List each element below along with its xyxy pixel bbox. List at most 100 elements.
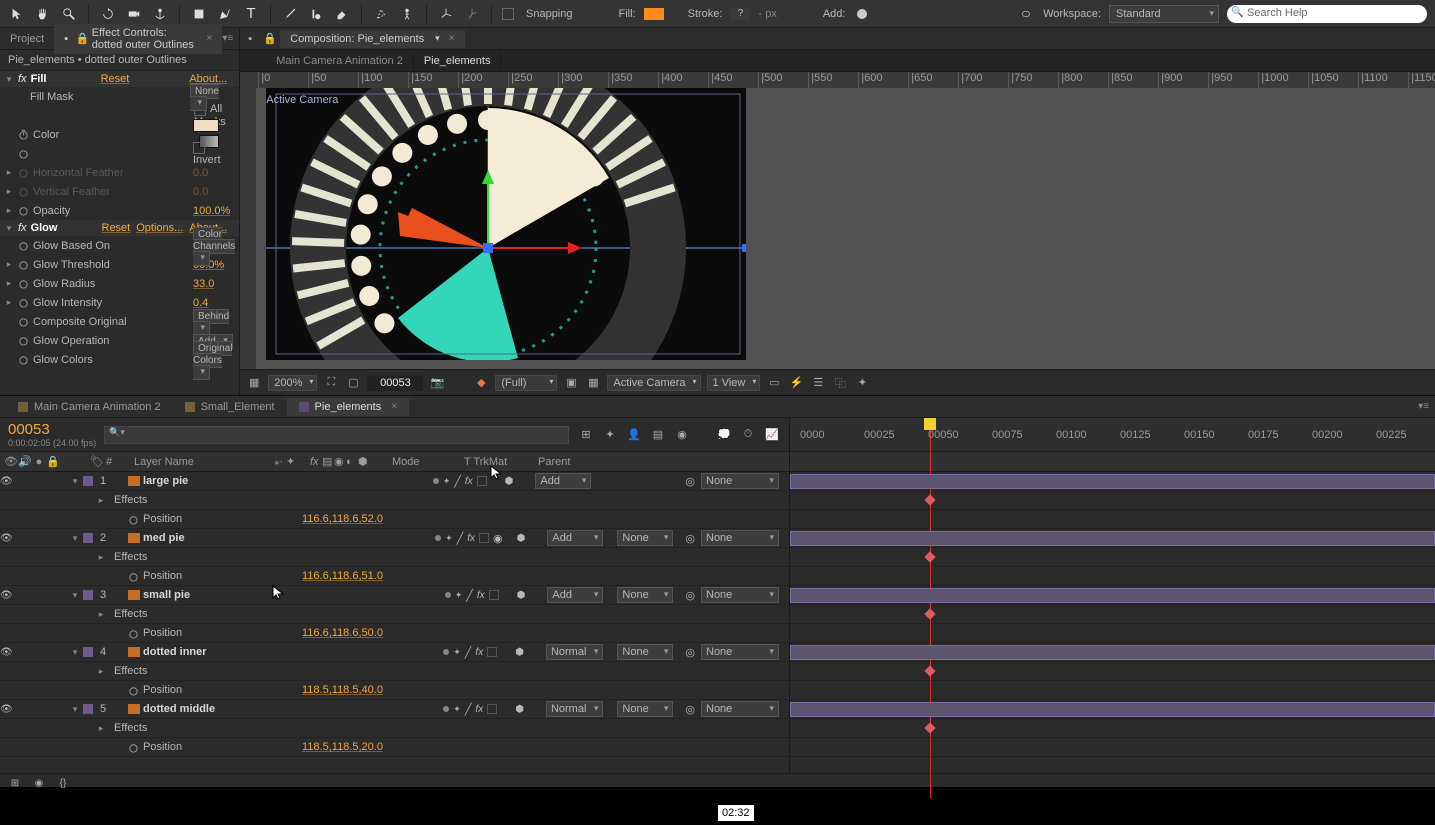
fast-previews-icon[interactable]: ⚡: [788, 375, 804, 391]
timeline-icon[interactable]: ☰: [810, 375, 826, 391]
workspace-dropdown[interactable]: Standard: [1109, 5, 1219, 23]
axis-world-icon[interactable]: [463, 5, 481, 23]
layer-row[interactable]: 👁▾1large pie✦╱fx⬢Add◎None: [0, 472, 789, 491]
layer-name-label[interactable]: med pie: [143, 532, 185, 544]
zoom-dropdown[interactable]: 200%: [268, 375, 317, 391]
layer-row[interactable]: 👁▾3small pie✦╱fx⬢AddNone◎None: [0, 586, 789, 605]
stopwatch-icon[interactable]: [17, 204, 30, 217]
stopwatch-icon[interactable]: [127, 684, 140, 697]
keyframe-icon[interactable]: [924, 722, 935, 733]
3d-switch-icon[interactable]: ⬢: [515, 704, 524, 715]
visibility-toggle-icon[interactable]: 👁: [0, 590, 12, 601]
composition-preview[interactable]: [266, 88, 746, 360]
frame-blend-icon[interactable]: ▤: [649, 426, 667, 444]
rotation-tool-icon[interactable]: [99, 5, 117, 23]
fx-switch-icon[interactable]: fx: [477, 590, 485, 601]
pickwhip-icon[interactable]: ◎: [685, 475, 695, 488]
close-icon[interactable]: ×: [449, 33, 455, 44]
safe-zones-icon[interactable]: ▢: [345, 375, 361, 391]
brainstorm-icon[interactable]: 💭: [715, 426, 733, 444]
position-value[interactable]: 118.5,118.5,20.0: [298, 741, 383, 753]
switch-line-icon[interactable]: ╱: [466, 589, 473, 602]
puppet-tool-icon[interactable]: [398, 5, 416, 23]
layer-row[interactable]: 👁▾4dotted inner✦╱fx⬢NormalNone◎None: [0, 643, 789, 662]
layer-name-label[interactable]: dotted middle: [143, 703, 215, 715]
twirl-arrow-icon[interactable]: ▸: [96, 495, 106, 506]
tab-composition[interactable]: Composition: Pie_elements ▾ ×: [280, 30, 464, 48]
switch-box[interactable]: [479, 533, 489, 543]
switch-quality-icon[interactable]: ✦: [453, 647, 461, 658]
layer-row[interactable]: 👁▾5dotted middle✦╱fx⬢NormalNone◎None: [0, 700, 789, 719]
twirl-arrow-icon[interactable]: ▾: [70, 704, 80, 715]
roi-icon[interactable]: ▣: [563, 375, 579, 391]
timeline-tab-1[interactable]: Small_Element: [173, 398, 287, 416]
full-screen-icon[interactable]: ⛶: [323, 375, 339, 391]
switch-video-icon[interactable]: [445, 592, 451, 598]
switch-box[interactable]: [487, 647, 497, 657]
glow-radius-value[interactable]: 33.0: [193, 278, 214, 290]
track-matte-dropdown[interactable]: None: [617, 530, 673, 546]
fill-reset-link[interactable]: Reset: [101, 73, 130, 85]
pickwhip-icon[interactable]: ◎: [685, 589, 695, 602]
stopwatch-icon[interactable]: [17, 239, 30, 252]
fx-switch-icon[interactable]: fx: [475, 647, 483, 658]
auto-keyframe-icon[interactable]: ⏱: [739, 426, 757, 444]
viewer-grip-icon[interactable]: ▦: [246, 375, 262, 391]
pickwhip-icon[interactable]: ◎: [685, 532, 695, 545]
hide-shy-icon[interactable]: 👤: [625, 426, 643, 444]
twirl-arrow-icon[interactable]: ▾: [70, 647, 80, 658]
3d-switch-icon[interactable]: ⬢: [517, 533, 526, 544]
pen-tool-icon[interactable]: [216, 5, 234, 23]
twirl-arrow-icon[interactable]: ▸: [96, 552, 106, 563]
position-value[interactable]: 116.6,118.6,51.0: [298, 570, 383, 582]
switch-box[interactable]: [477, 476, 487, 486]
twirl-arrow-icon[interactable]: ▸: [96, 609, 106, 620]
twirl-arrow-icon[interactable]: ▾: [70, 533, 80, 544]
toggle-modes-icon[interactable]: ◉: [30, 774, 48, 792]
glow-intensity-value[interactable]: 0.4: [193, 297, 208, 309]
axis-local-icon[interactable]: [437, 5, 455, 23]
timeline-tab-2[interactable]: Pie_elements×: [287, 398, 410, 416]
3d-switch-icon[interactable]: ⬢: [517, 590, 526, 601]
timeline-tab-0[interactable]: Main Camera Animation 2: [6, 398, 173, 416]
help-search-input[interactable]: Search Help: [1227, 5, 1427, 23]
opacity-value[interactable]: 100.0%: [193, 205, 230, 217]
parent-dropdown[interactable]: None: [701, 644, 779, 660]
effects-row[interactable]: ▸Effects: [0, 605, 789, 624]
clone-tool-icon[interactable]: [307, 5, 325, 23]
anchor-tool-icon[interactable]: [151, 5, 169, 23]
cti-head-icon[interactable]: [924, 418, 936, 430]
switch-video-icon[interactable]: [435, 535, 441, 541]
layer-name-label[interactable]: large pie: [143, 475, 188, 487]
effects-row[interactable]: ▸Effects: [0, 719, 789, 738]
close-icon[interactable]: ×: [391, 401, 397, 412]
hand-tool-icon[interactable]: [34, 5, 52, 23]
flowchart-icon[interactable]: ⿻: [832, 375, 848, 391]
3d-switch-icon[interactable]: ⬢: [505, 476, 514, 487]
keyframe-icon[interactable]: [924, 608, 935, 619]
layer-duration-bar[interactable]: [790, 531, 1435, 546]
switch-box[interactable]: [489, 590, 499, 600]
label-color-swatch[interactable]: [83, 647, 93, 657]
switch-line-icon[interactable]: ╱: [454, 475, 461, 488]
keyframe-icon[interactable]: [924, 665, 935, 676]
position-row[interactable]: Position118.5,118.5,20.0: [0, 738, 789, 757]
track-matte-dropdown[interactable]: None: [617, 587, 673, 603]
switch-video-icon[interactable]: [443, 649, 449, 655]
position-row[interactable]: Position116.6,118.6,50.0: [0, 624, 789, 643]
fill-swatch[interactable]: [644, 8, 664, 20]
switch-quality-icon[interactable]: ✦: [455, 590, 463, 601]
track-matte-dropdown[interactable]: None: [617, 701, 673, 717]
switch-line-icon[interactable]: ╱: [457, 532, 464, 545]
current-frame-display[interactable]: 00053: [367, 375, 423, 391]
layer-duration-bar[interactable]: [790, 588, 1435, 603]
parent-dropdown[interactable]: None: [701, 530, 779, 546]
composition-viewport[interactable]: |0|50|100|150|200|250|300|350|400|450|50…: [240, 72, 1435, 369]
stroke-px[interactable]: - px: [758, 8, 776, 20]
visibility-toggle-icon[interactable]: 👁: [0, 704, 12, 715]
graph-editor-icon[interactable]: 📈: [763, 426, 781, 444]
blend-mode-dropdown[interactable]: Add: [547, 530, 603, 546]
switch-quality-icon[interactable]: ✦: [443, 476, 451, 487]
blend-mode-dropdown[interactable]: Normal: [546, 644, 603, 660]
layer-duration-bar[interactable]: [790, 645, 1435, 660]
